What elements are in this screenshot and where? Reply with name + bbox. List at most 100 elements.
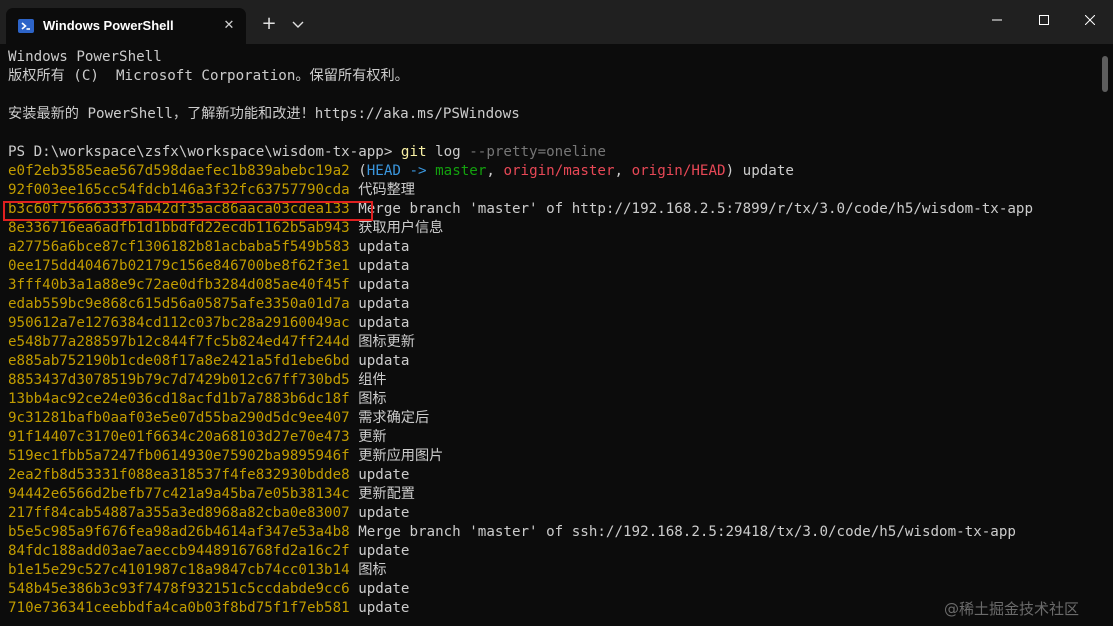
ref-sep: ,	[486, 163, 504, 179]
commit-line: b5e5c985a9f676fea98ad26b4614af347e53a4b8…	[8, 523, 1016, 542]
minimize-icon	[992, 19, 1002, 21]
commit-hash: 710e736341ceebbdfa4ca0b03f8bd75f1f7eb581	[8, 600, 350, 616]
commit-hash: 8853437d3078519b79c7d7429b012c67ff730bd5	[8, 372, 350, 388]
commit-hash: e885ab752190b1cde08f17a8e2421a5fd1ebe6bd	[8, 353, 350, 369]
commit-message: update	[349, 600, 410, 616]
commit-message: update	[734, 163, 794, 179]
commit-message: 更新配置	[349, 486, 415, 502]
maximize-icon	[1039, 15, 1049, 25]
close-button[interactable]	[1067, 0, 1113, 40]
banner-line: 安装最新的 PowerShell，了解新功能和改进！https://aka.ms…	[8, 106, 520, 122]
commit-message: updata	[349, 353, 410, 369]
commit-line: e548b77a288597b12c844f7fc5b824ed47ff244d…	[8, 333, 415, 352]
commit-line: b1e15e29c527c4101987c18a9847cb74cc013b14…	[8, 561, 387, 580]
tab-windows-powershell[interactable]: Windows PowerShell ✕	[6, 8, 246, 44]
ref-origin-head: origin/HEAD	[631, 163, 726, 179]
ref-close: )	[725, 163, 735, 179]
commit-line: 92f003ee165cc54fdcb146a3f32fc63757790cda…	[8, 181, 415, 200]
ref-master: master	[435, 163, 487, 179]
commit-message: 获取用户信息	[349, 220, 444, 236]
ref-sep: ,	[614, 163, 632, 179]
commit-line: 0ee175dd40467b02179c156e846700be8f62f3e1…	[8, 257, 409, 276]
commit-hash: 2ea2fb8d53331f088ea318537f4fe832930bdde8	[8, 467, 350, 483]
terminal-output[interactable]: Windows PowerShell 版权所有 (C) Microsoft Co…	[0, 44, 1100, 626]
prompt-subcommand: log	[426, 144, 470, 160]
commit-message: Merge branch 'master' of http://192.168.…	[349, 201, 1033, 217]
title-bar[interactable]: Windows PowerShell ✕ +	[0, 0, 1113, 44]
commit-message: updata	[349, 277, 410, 293]
commit-line: 950612a7e1276384cd112c037bc28a29160049ac…	[8, 314, 409, 333]
commit-hash: e548b77a288597b12c844f7fc5b824ed47ff244d	[8, 334, 350, 350]
commit-line: 9c31281bafb0aaf03e5e07d55ba290d5dc9ee407…	[8, 409, 429, 428]
commit-message: 图标更新	[349, 334, 415, 350]
commit-message: 更新应用图片	[349, 448, 444, 464]
commit-line: e885ab752190b1cde08f17a8e2421a5fd1ebe6bd…	[8, 352, 409, 371]
commit-hash: 92f003ee165cc54fdcb146a3f32fc63757790cda	[8, 182, 350, 198]
terminal-window: Windows PowerShell ✕ + Windows PowerShel…	[0, 0, 1113, 626]
commit-line: 8853437d3078519b79c7d7429b012c67ff730bd5…	[8, 371, 387, 390]
ref-open: (	[349, 163, 367, 179]
new-tab-button[interactable]: +	[258, 14, 280, 34]
highlight-box	[3, 201, 373, 221]
commit-message: 需求确定后	[349, 410, 430, 426]
scrollbar-thumb[interactable]	[1102, 56, 1108, 92]
commit-hash: 950612a7e1276384cd112c037bc28a29160049ac	[8, 315, 350, 331]
close-icon	[1085, 15, 1095, 25]
commit-line: a27756a6bce87cf1306182b81acbaba5f549b583…	[8, 238, 409, 257]
commit-hash: 8e336716ea6adfb1d1bbdfd22ecdb1162b5ab943	[8, 220, 350, 236]
commit-hash: e0f2eb3585eae567d598daefec1b839abebc19a2	[8, 163, 350, 179]
commit-line: 84fdc188add03ae7aeccb9448916768fd2a16c2f…	[8, 542, 409, 561]
commit-line: e0f2eb3585eae567d598daefec1b839abebc19a2…	[8, 162, 794, 181]
commit-line: 548b45e386b3c93f7478f932151c5ccdabde9cc6…	[8, 580, 409, 599]
commit-message: update	[349, 581, 410, 597]
commit-hash: 0ee175dd40467b02179c156e846700be8f62f3e1	[8, 258, 350, 274]
ref-head: HEAD ->	[366, 163, 436, 179]
prompt-option: --pretty=oneline	[469, 144, 606, 160]
maximize-button[interactable]	[1021, 0, 1067, 40]
commit-message: Merge branch 'master' of ssh://192.168.2…	[349, 524, 1016, 540]
banner-line: 版权所有 (C) Microsoft Corporation。保留所有权利。	[8, 68, 409, 84]
commit-message: 更新	[349, 429, 387, 445]
prompt-line: PS D:\workspace\zsfx\workspace\wisdom-tx…	[8, 143, 606, 162]
commit-line: 8e336716ea6adfb1d1bbdfd22ecdb1162b5ab943…	[8, 219, 443, 238]
commit-hash: 13bb4ac92ce24e036cd18acfd1b7a7883b6dc18f	[8, 391, 350, 407]
commit-line: edab559bc9e868c615d56a05875afe3350a01d7a…	[8, 295, 409, 314]
commit-message: updata	[349, 296, 410, 312]
commit-line: 3fff40b3a1a88e9c72ae0dfb3284d085ae40f45f…	[8, 276, 409, 295]
prompt-path: PS D:\workspace\zsfx\workspace\wisdom-tx…	[8, 144, 401, 160]
commit-line: 94442e6566d2befb77c421a9a45ba7e05b38134c…	[8, 485, 415, 504]
commit-message: 图标	[349, 391, 387, 407]
commit-message: updata	[349, 258, 410, 274]
commit-hash: 91f14407c3170e01f6634c20a68103d27e70e473	[8, 429, 350, 445]
commit-message: 图标	[349, 562, 387, 578]
powershell-icon	[18, 19, 34, 33]
watermark: @稀土掘金技术社区	[944, 600, 1080, 618]
commit-hash: 519ec1fbb5a7247fb0614930e75902ba9895946f	[8, 448, 350, 464]
commit-hash: 84fdc188add03ae7aeccb9448916768fd2a16c2f	[8, 543, 350, 559]
commit-message: update	[349, 543, 410, 559]
tab-close-icon[interactable]: ✕	[220, 17, 238, 35]
chevron-down-icon[interactable]	[290, 16, 306, 32]
banner-line: Windows PowerShell	[8, 49, 162, 65]
commit-hash: b1e15e29c527c4101987c18a9847cb74cc013b14	[8, 562, 350, 578]
commit-line: 519ec1fbb5a7247fb0614930e75902ba9895946f…	[8, 447, 443, 466]
commit-message: 代码整理	[349, 182, 415, 198]
commit-hash: edab559bc9e868c615d56a05875afe3350a01d7a	[8, 296, 350, 312]
commit-hash: 9c31281bafb0aaf03e5e07d55ba290d5dc9ee407	[8, 410, 350, 426]
commit-message: updata	[349, 315, 410, 331]
commit-message: update	[349, 505, 410, 521]
commit-line: 217ff84cab54887a355a3ed8968a82cba0e83007…	[8, 504, 409, 523]
commit-hash: 94442e6566d2befb77c421a9a45ba7e05b38134c	[8, 486, 350, 502]
minimize-button[interactable]	[974, 0, 1020, 40]
commit-line: 13bb4ac92ce24e036cd18acfd1b7a7883b6dc18f…	[8, 390, 387, 409]
commit-hash: 548b45e386b3c93f7478f932151c5ccdabde9cc6	[8, 581, 350, 597]
prompt-command: git	[400, 144, 427, 160]
commit-hash: 3fff40b3a1a88e9c72ae0dfb3284d085ae40f45f	[8, 277, 350, 293]
commit-line: 2ea2fb8d53331f088ea318537f4fe832930bdde8…	[8, 466, 409, 485]
tab-title: Windows PowerShell	[43, 18, 174, 33]
commit-line: 710e736341ceebbdfa4ca0b03f8bd75f1f7eb581…	[8, 599, 409, 618]
commit-hash: b5e5c985a9f676fea98ad26b4614af347e53a4b8	[8, 524, 350, 540]
commit-message: updata	[349, 239, 410, 255]
commit-message: update	[349, 467, 410, 483]
commit-hash: a27756a6bce87cf1306182b81acbaba5f549b583	[8, 239, 350, 255]
